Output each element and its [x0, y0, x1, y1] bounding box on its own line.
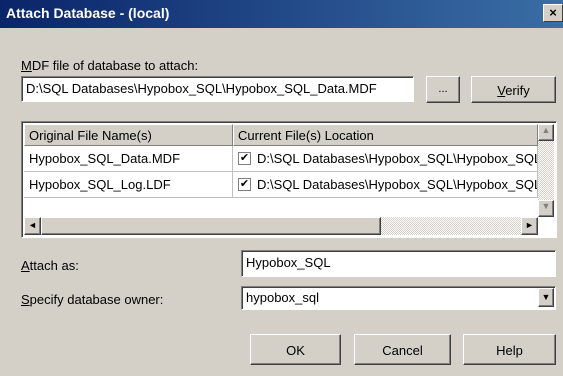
owner-text: pecify database owner:: [29, 292, 164, 307]
cancel-button[interactable]: Cancel: [354, 334, 451, 365]
attach-as-input[interactable]: Hypobox_SQL: [241, 250, 556, 277]
mdf-path-field[interactable]: D:\SQL Databases\Hypobox_SQL\Hypobox_SQL…: [21, 76, 414, 102]
row-1-name[interactable]: Hypobox_SQL_Data.MDF: [24, 146, 233, 172]
mdf-path-value: D:\SQL Databases\Hypobox_SQL\Hypobox_SQL…: [26, 81, 377, 96]
scroll-down-icon[interactable]: ▼: [538, 200, 554, 217]
help-button[interactable]: Help: [463, 334, 556, 365]
scroll-left-icon[interactable]: ◄: [24, 217, 41, 235]
horizontal-scroll-thumb[interactable]: [41, 217, 381, 235]
column-header-location[interactable]: Current File(s) Location: [233, 124, 538, 146]
owner-label: Specify database owner:: [21, 292, 163, 307]
owner-select[interactable]: hypobox_sql ▼: [241, 286, 556, 310]
mdf-label-text: DF file of database to attach:: [31, 58, 199, 73]
row-2-checkbox[interactable]: ✔: [238, 178, 251, 191]
attach-as-mnemonic: A: [21, 258, 30, 273]
attach-as-label: Attach as:: [21, 258, 79, 273]
title-bar: Attach Database - (local) ×: [0, 0, 563, 28]
verify-button[interactable]: Verify: [471, 76, 556, 103]
attach-as-text: ttach as:: [29, 258, 79, 273]
row-2-name[interactable]: Hypobox_SQL_Log.LDF: [24, 172, 233, 198]
ok-button[interactable]: OK: [250, 334, 341, 365]
mdf-label: MDF file of database to attach:: [21, 58, 198, 73]
row-2-location: D:\SQL Databases\Hypobox_SQL\Hypobox_SQL…: [257, 177, 537, 192]
close-icon[interactable]: ×: [543, 4, 563, 22]
verify-label: erify: [505, 83, 530, 98]
row-1-location-cell[interactable]: ✔ D:\SQL Databases\Hypobox_SQL\Hypobox_S…: [233, 146, 538, 172]
row-1-location: D:\SQL Databases\Hypobox_SQL\Hypobox_SQL…: [257, 151, 537, 166]
row-2-location-cell[interactable]: ✔ D:\SQL Databases\Hypobox_SQL\Hypobox_S…: [233, 172, 538, 198]
scroll-up-icon[interactable]: ▲: [538, 124, 554, 141]
scroll-right-icon[interactable]: ►: [521, 217, 538, 235]
column-header-original[interactable]: Original File Name(s): [24, 124, 233, 146]
dropdown-arrow-icon[interactable]: ▼: [538, 288, 554, 307]
owner-mnemonic: S: [21, 292, 30, 307]
attach-as-value: Hypobox_SQL: [246, 255, 331, 270]
files-grid[interactable]: Original File Name(s) Current File(s) Lo…: [21, 121, 557, 238]
window-title: Attach Database - (local): [6, 5, 170, 21]
browse-button[interactable]: ...: [426, 76, 460, 103]
verify-mnemonic: V: [497, 83, 506, 98]
owner-value: hypobox_sql: [246, 290, 319, 305]
row-1-checkbox[interactable]: ✔: [238, 152, 251, 165]
mdf-label-mnemonic: M: [21, 58, 32, 73]
